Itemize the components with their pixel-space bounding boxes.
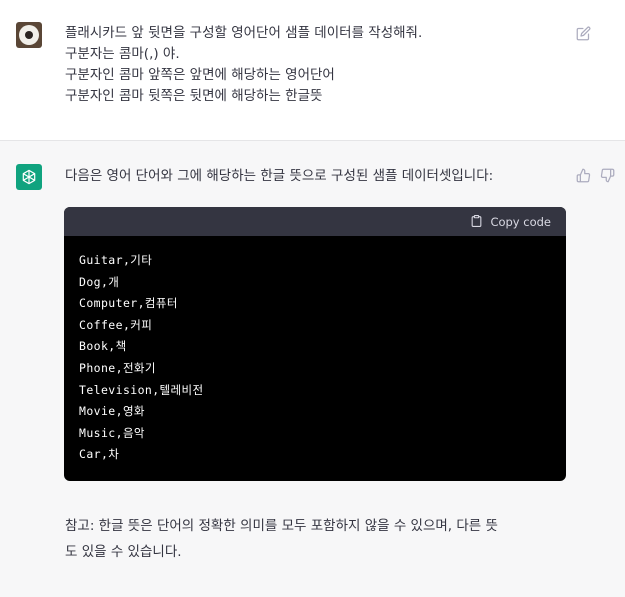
code-line: Movie,영화 — [79, 404, 145, 419]
user-message-line: 플래시카드 앞 뒷면을 구성할 영어단어 샘플 데이터를 작성해줘. — [65, 25, 423, 41]
code-line: Computer,컴퓨터 — [79, 296, 178, 311]
code-line: Music,음악 — [79, 425, 145, 440]
note-line: 도 있을 수 있습니다. — [65, 544, 182, 560]
assistant-intro-text: 다음은 영어 단어와 그에 해당하는 한글 뜻으로 구성된 샘플 데이터셋입니다… — [65, 168, 494, 184]
code-line: Car,차 — [79, 447, 120, 462]
code-block: Copy code Guitar,기타 Dog,개 Computer,컴퓨터 C… — [64, 207, 566, 481]
copy-code-label: Copy code — [490, 215, 551, 229]
code-content: Guitar,기타 Dog,개 Computer,컴퓨터 Coffee,커피 B… — [64, 236, 566, 466]
copy-code-button[interactable]: Copy code — [470, 214, 551, 230]
thumbs-down-icon[interactable] — [600, 168, 615, 183]
code-line: Television,텔레비전 — [79, 382, 204, 397]
code-line: Book,책 — [79, 339, 127, 354]
user-message-line: 구분자인 콤마 뒷쪽은 뒷면에 해당하는 한글뜻 — [65, 88, 323, 104]
user-avatar — [16, 22, 42, 48]
clipboard-icon — [470, 214, 483, 231]
assistant-message-row: 다음은 영어 단어와 그에 해당하는 한글 뜻으로 구성된 샘플 데이터셋입니다… — [0, 141, 625, 597]
code-block-header: Copy code — [64, 207, 566, 236]
code-line: Dog,개 — [79, 274, 120, 289]
note-line: 참고: 한글 뜻은 단어의 정확한 의미를 모두 포함하지 않을 수 있으며, … — [65, 518, 498, 534]
edit-icon[interactable] — [576, 26, 591, 41]
code-line: Phone,전화기 — [79, 360, 156, 375]
code-line: Coffee,커피 — [79, 317, 153, 332]
openai-logo-icon — [16, 164, 42, 190]
assistant-note-text: 참고: 한글 뜻은 단어의 정확한 의미를 모두 포함하지 않을 수 있으며, … — [65, 513, 575, 565]
thumbs-up-icon[interactable] — [576, 168, 591, 183]
user-message-line: 구분자인 콤마 앞쪽은 앞면에 해당하는 영어단어 — [65, 67, 335, 83]
user-message-text: 플래시카드 앞 뒷면을 구성할 영어단어 샘플 데이터를 작성해줘. 구분자는 … — [65, 23, 565, 107]
code-line: Guitar,기타 — [79, 253, 153, 267]
user-message-line: 구분자는 콤마(,) 야. — [65, 46, 180, 62]
user-message-row: 플래시카드 앞 뒷면을 구성할 영어단어 샘플 데이터를 작성해줘. 구분자는 … — [0, 0, 625, 141]
